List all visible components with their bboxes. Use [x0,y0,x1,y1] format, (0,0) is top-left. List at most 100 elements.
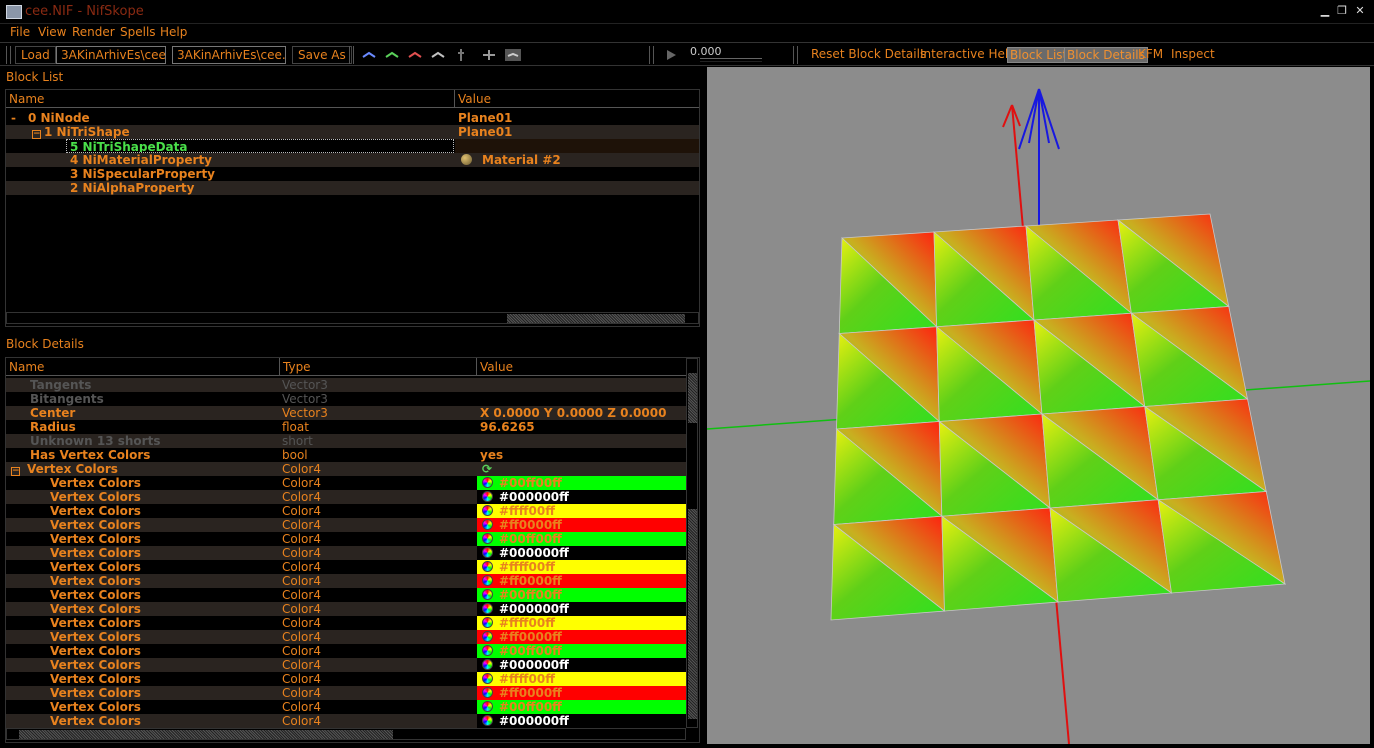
color-picker-icon[interactable] [482,659,493,670]
minimize-icon[interactable]: ▁ [1318,5,1332,19]
column-header-value[interactable]: Value [477,358,686,376]
refresh-icon[interactable]: ⟳ [482,462,502,476]
menu-view[interactable]: View [38,25,66,39]
column-header-name[interactable]: Name [6,90,455,108]
block-details-hscrollbar[interactable] [6,728,686,740]
view-front-icon[interactable] [384,49,400,61]
walk-mode-icon[interactable] [453,49,469,61]
color-picker-icon[interactable] [482,603,493,614]
vertex-color-row[interactable]: Vertex Colors Color4 #ffff00ff [6,616,686,630]
menu-file[interactable]: File [10,25,30,39]
menu-spells[interactable]: Spells [120,25,156,39]
color-swatch[interactable]: #000000ff [477,490,686,504]
color-swatch[interactable]: #ff0000ff [477,686,686,700]
color-picker-icon[interactable] [482,491,493,502]
color-picker-icon[interactable] [482,477,493,488]
color-swatch[interactable]: #ffff00ff [477,672,686,686]
vertex-color-row[interactable]: Vertex Colors Color4 #ff0000ff [6,518,686,532]
vertex-color-row[interactable]: Vertex Colors Color4 #000000ff [6,490,686,504]
color-picker-icon[interactable] [482,505,493,516]
color-swatch[interactable]: #000000ff [477,602,686,616]
color-picker-icon[interactable] [482,673,493,684]
color-picker-icon[interactable] [482,631,493,642]
view-top-icon[interactable] [361,49,377,61]
vertex-color-row[interactable]: Vertex Colors Color4 #ff0000ff [6,686,686,700]
perspective-icon[interactable] [505,49,521,61]
field-value[interactable]: X 0.0000 Y 0.0000 Z 0.0000 [480,406,686,420]
menu-help[interactable]: Help [160,25,187,39]
color-swatch[interactable]: #ff0000ff [477,518,686,532]
scroll-thumb[interactable] [19,730,393,739]
kfm-button[interactable]: KFM [1138,47,1163,61]
vertex-color-row[interactable]: Vertex Colors Color4 #ffff00ff [6,560,686,574]
block-row-nimaterialproperty[interactable]: 4 NiMaterialProperty Material #2 [6,153,699,167]
restore-icon[interactable]: ❐ [1335,5,1349,19]
color-swatch[interactable]: #ff0000ff [477,630,686,644]
block-details-toggle[interactable]: Block Details [1064,47,1148,63]
column-header-name[interactable]: Name [6,358,280,376]
color-swatch[interactable]: #00ff00ff [477,532,686,546]
vertex-color-row[interactable]: Vertex Colors Color4 #000000ff [6,602,686,616]
color-swatch[interactable]: #00ff00ff [477,588,686,602]
view-user-icon[interactable] [430,49,446,61]
vertex-color-row[interactable]: Vertex Colors Color4 #00ff00ff [6,532,686,546]
color-picker-icon[interactable] [482,575,493,586]
play-icon[interactable] [663,49,679,61]
column-header-type[interactable]: Type [280,358,477,376]
collapse-icon[interactable]: − [11,467,20,476]
color-picker-icon[interactable] [482,561,493,572]
color-picker-icon[interactable] [482,687,493,698]
block-row-nispecularproperty[interactable]: 3 NiSpecularProperty [6,167,699,181]
block-list-hscrollbar[interactable] [6,312,699,324]
block-row-nitrishape[interactable]: −1 NiTriShape Plane01 [6,125,699,139]
color-picker-icon[interactable] [482,519,493,530]
field-row-tangents[interactable]: Tangents Vector3 [6,378,686,392]
scroll-thumb[interactable] [507,314,685,323]
color-picker-icon[interactable] [482,547,493,558]
vertex-color-row[interactable]: Vertex Colors Color4 #00ff00ff [6,700,686,714]
color-swatch[interactable]: #00ff00ff [477,476,686,490]
color-swatch[interactable]: #00ff00ff [477,644,686,658]
field-value[interactable]: yes [480,448,686,462]
color-swatch[interactable]: #ffff00ff [477,616,686,630]
vertex-color-row[interactable]: Vertex Colors Color4 #000000ff [6,546,686,560]
vertex-color-row[interactable]: Vertex Colors Color4 #ff0000ff [6,574,686,588]
close-icon[interactable]: ✕ [1353,5,1367,19]
block-row-nitrishapedata[interactable]: 5 NiTriShapeData [6,139,699,153]
load-path-field[interactable]: 3AKinArhivEs\cee.NIF [56,46,166,64]
block-details-vscrollbar[interactable] [686,358,698,728]
scene-render[interactable] [707,67,1370,744]
vertex-color-row[interactable]: Vertex Colors Color4 #00ff00ff [6,476,686,490]
field-row-center[interactable]: Center Vector3 X 0.0000 Y 0.0000 Z 0.000… [6,406,686,420]
color-picker-icon[interactable] [482,645,493,656]
save-path-field[interactable]: 3AKinArhivEs\cee.NIF [172,46,286,64]
vertex-color-row[interactable]: Vertex Colors Color4 #000000ff [6,658,686,672]
column-header-value[interactable]: Value [455,90,699,108]
color-swatch[interactable]: #ffff00ff [477,504,686,518]
block-list-toggle[interactable]: Block List [1007,47,1071,63]
field-row-vertex-colors-array[interactable]: − Vertex Colors Color4 ⟳ [6,462,686,476]
color-picker-icon[interactable] [482,589,493,600]
collapse-icon[interactable]: − [32,130,41,139]
menu-render[interactable]: Render [72,25,115,39]
color-picker-icon[interactable] [482,715,493,726]
color-picker-icon[interactable] [482,617,493,628]
vertex-color-row[interactable]: Vertex Colors Color4 #000000ff [6,714,686,728]
animation-slider[interactable] [700,58,762,62]
color-swatch[interactable]: #ff0000ff [477,574,686,588]
block-row-ninode[interactable]: -0 NiNode Plane01 [6,111,699,125]
color-swatch[interactable]: #000000ff [477,714,686,728]
color-swatch[interactable]: #000000ff [477,546,686,560]
reset-block-details-button[interactable]: Reset Block Details [811,47,926,61]
vertex-color-row[interactable]: Vertex Colors Color4 #ffff00ff [6,504,686,518]
vertex-color-row[interactable]: Vertex Colors Color4 #00ff00ff [6,588,686,602]
field-row-radius[interactable]: Radius float 96.6265 [6,420,686,434]
field-row-has-vertex-colors[interactable]: Has Vertex Colors bool yes [6,448,686,462]
save-as-button[interactable]: Save As [292,46,352,64]
color-swatch[interactable]: #000000ff [477,658,686,672]
color-picker-icon[interactable] [482,701,493,712]
vertex-color-row[interactable]: Vertex Colors Color4 #ff0000ff [6,630,686,644]
block-row-nialphaproperty[interactable]: 2 NiAlphaProperty [6,181,699,195]
color-swatch[interactable]: #00ff00ff [477,700,686,714]
scroll-thumb[interactable] [688,373,697,423]
